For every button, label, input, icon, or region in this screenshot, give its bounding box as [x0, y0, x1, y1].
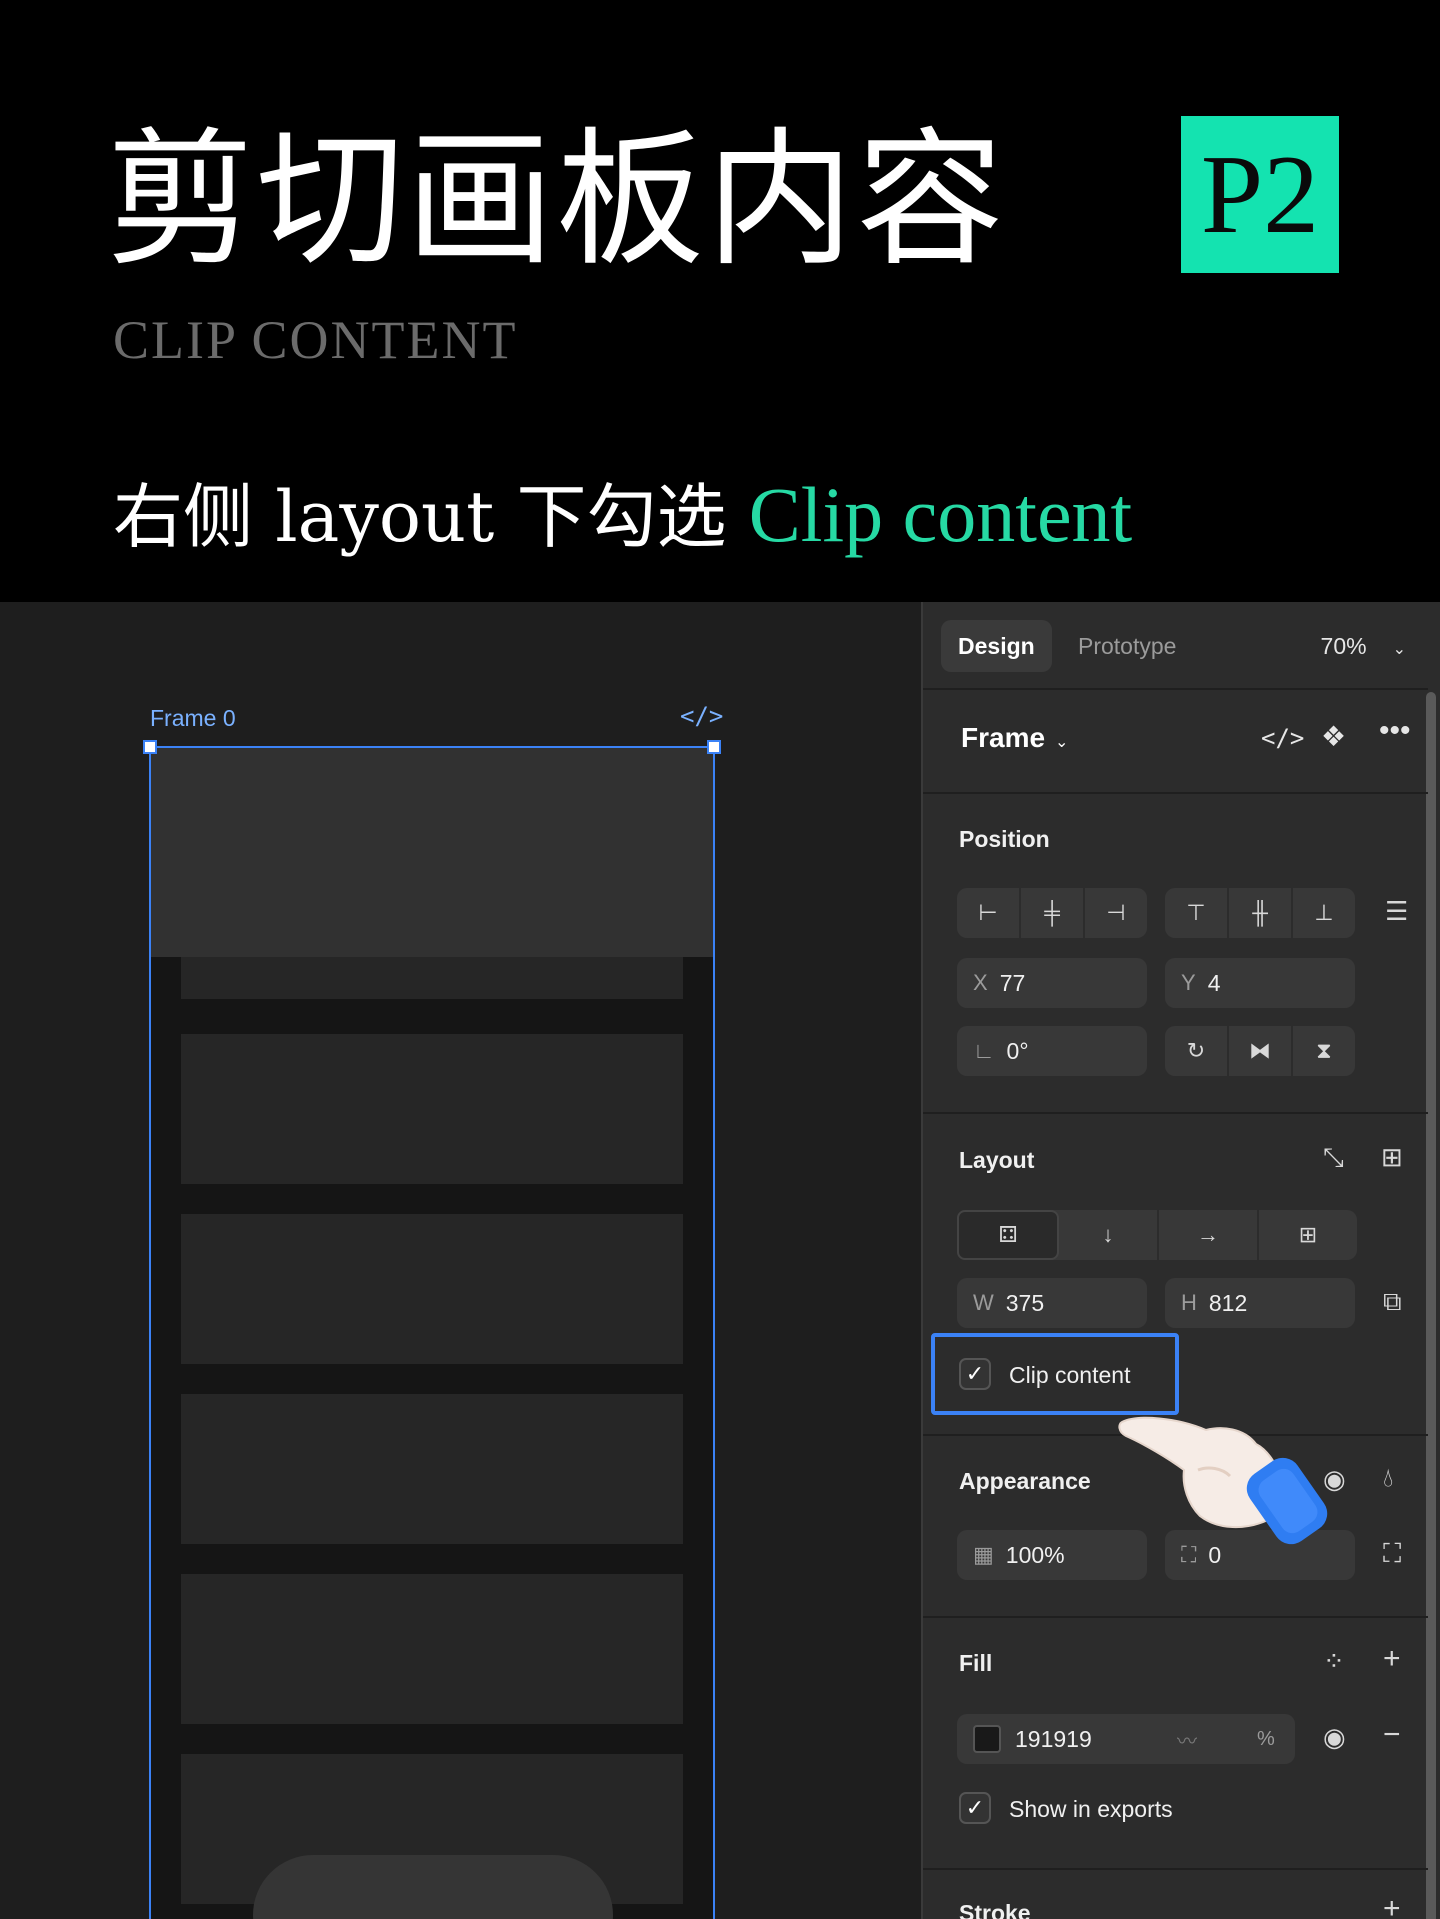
content-card[interactable] [181, 957, 683, 999]
opacity-value: 100% [1005, 1541, 1065, 1568]
chevron-down-icon: ⌄ [1055, 734, 1069, 751]
width-field[interactable]: W 375 [957, 1278, 1147, 1328]
show-in-exports-label[interactable]: Show in exports [1009, 1796, 1173, 1823]
x-position-field[interactable]: X 77 [957, 958, 1147, 1008]
independent-corners-icon[interactable]: ⛶ [1383, 1538, 1401, 1570]
divider [923, 1868, 1428, 1870]
title-chinese: 剪切画板内容 [106, 114, 1006, 286]
divider [923, 792, 1428, 794]
tab-prototype[interactable]: Prototype [1061, 620, 1193, 672]
align-right-icon[interactable]: ⊣ [1085, 888, 1147, 938]
fill-section-title: Fill [959, 1650, 993, 1676]
badge-label: P2 [1200, 132, 1320, 257]
code-icon[interactable]: </> [1261, 724, 1304, 752]
align-top-icon[interactable]: ⊤ [1165, 888, 1229, 938]
y-value: 4 [1207, 969, 1221, 996]
frame-type-dropdown[interactable]: Frame ⌄ [961, 722, 1068, 754]
align-left-icon[interactable]: ⊢ [957, 888, 1021, 938]
instruction-subtitle: 右侧 layout 下勾选 Clip content [113, 470, 1132, 562]
tab-design[interactable]: Design [941, 620, 1052, 672]
fill-color-swatch[interactable] [973, 1725, 1001, 1753]
resize-handle[interactable] [707, 740, 721, 754]
resize-to-fit-icon[interactable]: ⧉ [1383, 1286, 1402, 1318]
fill-hex-value[interactable]: 191919 [1015, 1726, 1092, 1753]
panel-scrollbar[interactable] [1426, 692, 1436, 1919]
rotation-field[interactable]: ∟ 0° [957, 1026, 1147, 1076]
opacity-icon: ▦ [973, 1542, 994, 1567]
frame-name-label[interactable]: Frame 0 [150, 705, 236, 732]
w-value: 375 [1005, 1289, 1045, 1316]
collapse-icon[interactable]: ⤡ [1323, 1142, 1344, 1174]
height-field[interactable]: H 812 [1165, 1278, 1355, 1328]
x-label: X [973, 970, 988, 995]
design-canvas[interactable]: Frame 0 </> [0, 602, 921, 1919]
component-icon[interactable]: ❖ [1321, 720, 1346, 753]
pointing-hand-icon [1118, 1416, 1328, 1545]
rotate-icon[interactable]: ↻ [1165, 1026, 1229, 1076]
percent-symbol: % [1257, 1727, 1275, 1750]
appearance-section-title: Appearance [959, 1468, 1091, 1494]
divider [923, 688, 1428, 690]
transform-group: ↻ ⧓ ⧗ [1165, 1026, 1355, 1076]
show-in-exports-checkbox[interactable]: ✓ [959, 1792, 991, 1824]
styles-grid-icon[interactable]: ⁘ [1323, 1646, 1345, 1677]
fill-visibility-eye-icon[interactable]: ◉ [1323, 1722, 1346, 1753]
add-stroke-icon[interactable]: + [1383, 1892, 1401, 1919]
grid-layout-icon[interactable]: ⊞ [1259, 1210, 1357, 1260]
h-value: 812 [1208, 1289, 1248, 1316]
content-card[interactable] [181, 1394, 683, 1544]
w-label: W [973, 1290, 994, 1315]
divider [923, 1112, 1428, 1114]
content-card[interactable] [181, 1574, 683, 1724]
freeform-layout-icon[interactable]: ⚃ [957, 1210, 1059, 1260]
page-badge: P2 [1181, 116, 1339, 273]
angle-icon: ∟ [973, 1038, 995, 1063]
title-english: CLIP CONTENT [113, 310, 518, 370]
add-fill-icon[interactable]: + [1383, 1642, 1401, 1676]
resize-handle[interactable] [143, 740, 157, 754]
fill-color-field[interactable]: 191919 〰 % [957, 1714, 1295, 1764]
align-bottom-icon[interactable]: ⊥ [1293, 888, 1355, 938]
page-header: 剪切画板内容 CLIP CONTENT P2 右侧 layout 下勾选 Cli… [0, 0, 1440, 602]
position-section-title: Position [959, 826, 1050, 852]
align-center-h-icon[interactable]: ╪ [1021, 888, 1085, 938]
content-card[interactable] [181, 1034, 683, 1184]
align-middle-v-icon[interactable]: ╫ [1229, 888, 1293, 938]
vertical-align-group: ⊤ ╫ ⊥ [1165, 888, 1355, 938]
code-icon[interactable]: </> [680, 702, 723, 730]
flip-horizontal-icon[interactable]: ⧓ [1229, 1026, 1293, 1076]
h-label: H [1181, 1290, 1197, 1315]
zoom-level: 70% [1320, 633, 1367, 659]
selected-frame[interactable] [149, 746, 715, 1919]
y-position-field[interactable]: Y4 [1165, 958, 1355, 1008]
add-layout-icon[interactable]: ⊞ [1381, 1142, 1403, 1173]
distribute-icon[interactable]: ☰ [1385, 896, 1408, 927]
layout-mode-group: ⚃ ↓ → ⊞ [957, 1210, 1357, 1260]
frame-header-block[interactable] [151, 748, 713, 957]
properties-panel: Design Prototype 70% ⌄ Frame ⌄ </> ❖ ••• P… [921, 602, 1440, 1919]
remove-fill-icon[interactable]: − [1383, 1718, 1401, 1752]
fill-opacity-icon: 〰 [1177, 1730, 1197, 1753]
zoom-control[interactable]: 70% ⌄ [1321, 620, 1406, 672]
vertical-layout-icon[interactable]: ↓ [1059, 1210, 1159, 1260]
horizontal-align-group: ⊢ ╪ ⊣ [957, 888, 1147, 938]
divider [923, 1616, 1428, 1618]
stroke-section-title: Stroke [959, 1900, 1031, 1919]
x-value: 77 [999, 969, 1026, 996]
rotation-value: 0° [1006, 1037, 1029, 1064]
chevron-down-icon: ⌄ [1392, 641, 1406, 658]
y-label: Y [1181, 970, 1196, 995]
floating-pill-button[interactable] [253, 1855, 613, 1919]
flip-vertical-icon[interactable]: ⧗ [1293, 1026, 1355, 1076]
layout-section-title: Layout [959, 1147, 1035, 1173]
subtitle-prefix: 右侧 layout 下勾选 [113, 476, 749, 558]
horizontal-layout-icon[interactable]: → [1159, 1210, 1259, 1260]
blend-mode-drop-icon[interactable]: 💧︎ [1383, 1462, 1393, 1494]
content-card[interactable] [181, 1214, 683, 1364]
frame-type-label: Frame [961, 722, 1046, 753]
more-options-icon[interactable]: ••• [1379, 714, 1411, 748]
subtitle-highlight: Clip content [748, 471, 1133, 558]
